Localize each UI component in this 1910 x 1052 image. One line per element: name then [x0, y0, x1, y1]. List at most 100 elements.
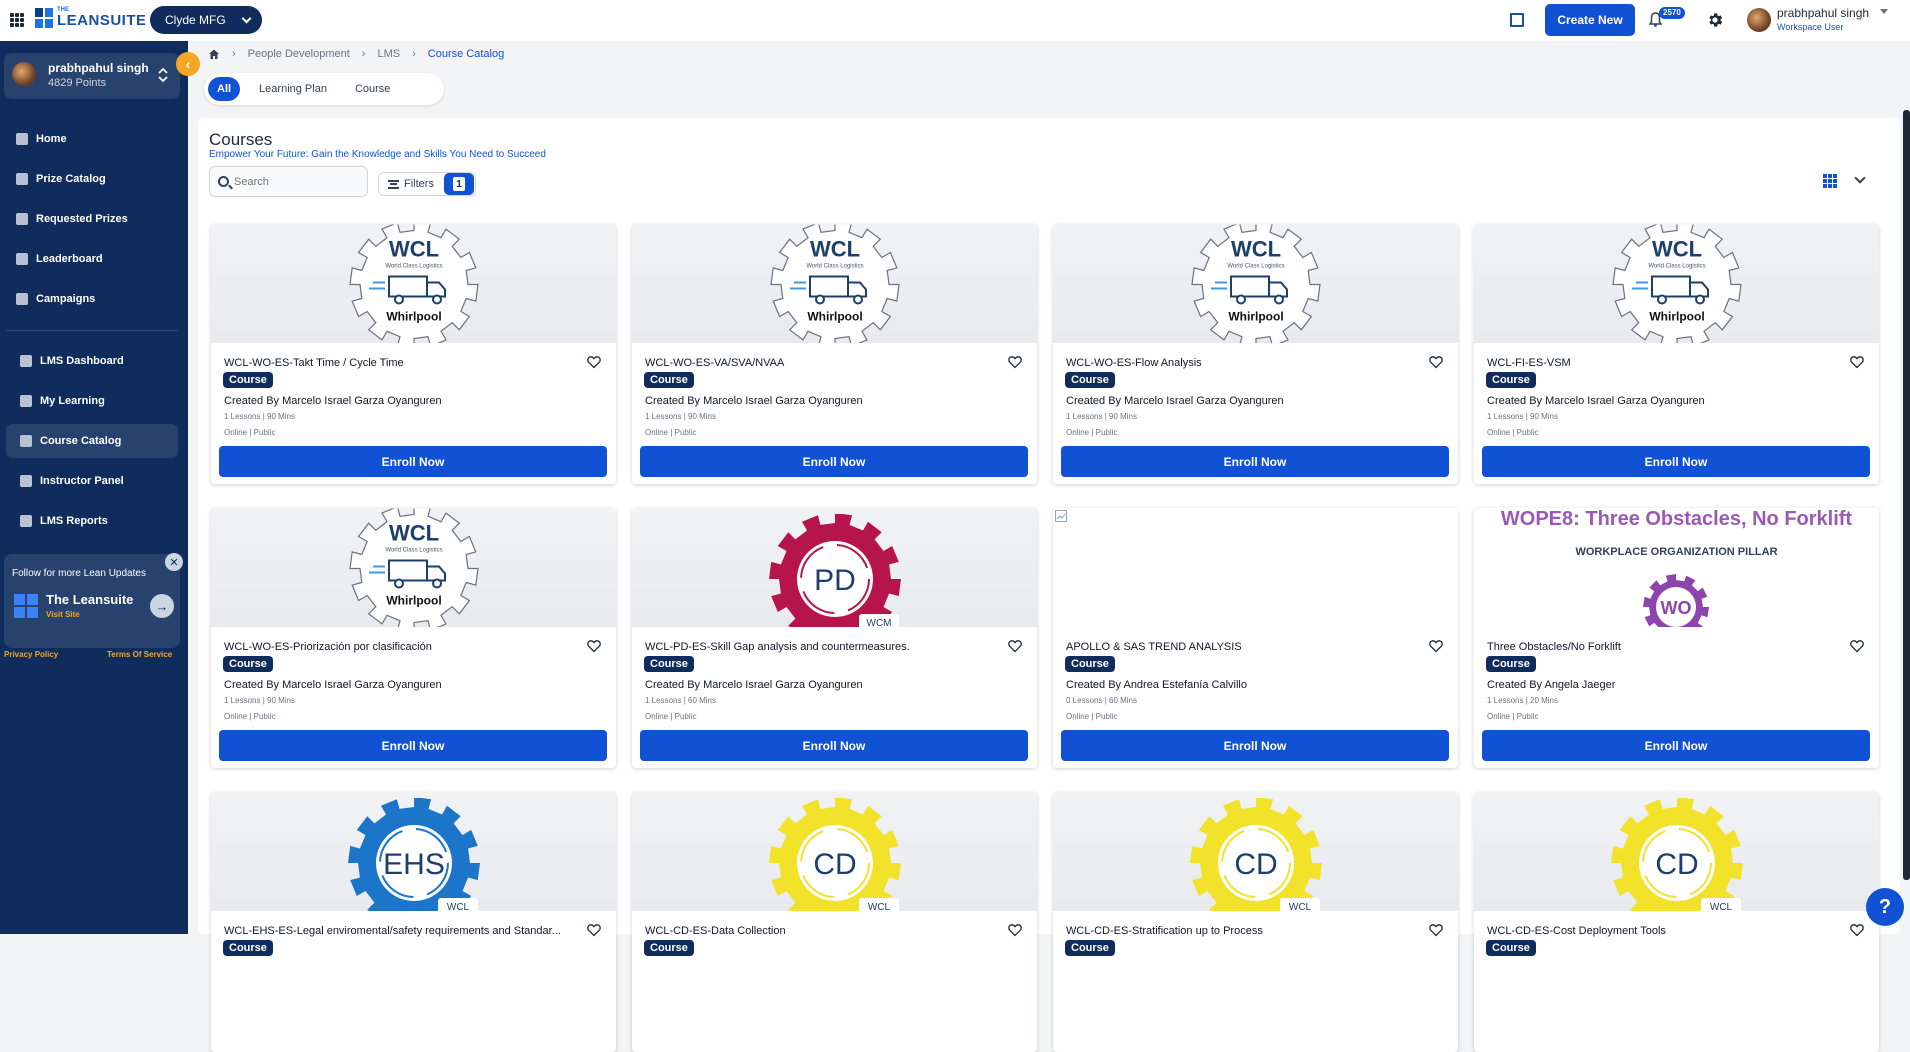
arrow-right-icon[interactable]: →	[150, 594, 174, 618]
course-mode: Online | Public	[1066, 428, 1118, 437]
favorite-heart-icon[interactable]	[1008, 639, 1022, 653]
enroll-now-button[interactable]: Enroll Now	[219, 730, 607, 761]
favorite-heart-icon[interactable]	[1429, 923, 1443, 937]
sidebar-item-prize-catalog[interactable]: Prize Catalog	[6, 162, 178, 196]
course-card[interactable]: WCL World Class Logistics Whirlpool WCL-WO-…	[632, 224, 1037, 484]
course-thumbnail[interactable]: CD WCL	[1474, 792, 1879, 911]
course-card[interactable]: CD WCL WCL-CD-ES-Stratification up to Proc…	[1053, 792, 1458, 1052]
favorite-heart-icon[interactable]	[587, 355, 601, 369]
course-card[interactable]: WCL World Class Logistics Whirlpool WCL-WO-…	[211, 224, 616, 484]
sidebar-item-instructor-panel[interactable]: Instructor Panel	[6, 464, 178, 498]
create-new-button[interactable]: Create New	[1545, 4, 1635, 36]
filter-count-badge[interactable]: 1	[444, 173, 474, 195]
caret-down-icon[interactable]	[1880, 9, 1888, 14]
course-card[interactable]: CD WCL WCL-CD-ES-Cost Deployment Tools Cour…	[1474, 792, 1879, 1052]
user-avatar[interactable]	[1747, 8, 1771, 32]
course-title[interactable]: WCL-CD-ES-Cost Deployment Tools	[1487, 925, 1832, 937]
course-title[interactable]: APOLLO & SAS TREND ANALYSIS	[1066, 641, 1411, 653]
sidebar-item-lms-dashboard[interactable]: LMS Dashboard	[6, 344, 178, 378]
course-thumbnail[interactable]: EHS WCL	[211, 792, 616, 911]
course-thumbnail[interactable]: CD WCL	[1053, 792, 1458, 911]
course-card[interactable]: WCL World Class Logistics Whirlpool WCL-WO-…	[211, 508, 616, 768]
favorite-heart-icon[interactable]	[1429, 639, 1443, 653]
course-title[interactable]: WCL-CD-ES-Data Collection	[645, 925, 990, 937]
fullscreen-icon[interactable]	[1510, 13, 1524, 27]
breadcrumb-people-development[interactable]: People Development	[248, 48, 350, 60]
leansuite-logo[interactable]: THE LEANSUITE	[35, 7, 147, 28]
chevron-down-icon[interactable]	[1854, 172, 1866, 184]
apps-grid-icon[interactable]	[10, 13, 24, 27]
course-thumbnail[interactable]: WCL World Class Logistics Whirlpool	[632, 224, 1037, 343]
tab-all[interactable]: All	[208, 77, 241, 101]
course-title[interactable]: WCL-WO-ES-Priorización por clasificación	[224, 641, 569, 653]
favorite-heart-icon[interactable]	[1008, 355, 1022, 369]
sidebar-item-leaderboard[interactable]: Leaderboard	[6, 242, 178, 276]
sidebar-item-course-catalog[interactable]: Course Catalog	[6, 424, 178, 458]
favorite-heart-icon[interactable]	[587, 923, 601, 937]
course-title[interactable]: WCL-CD-ES-Stratification up to Process	[1066, 925, 1411, 937]
course-type-badge: Course	[644, 656, 694, 672]
help-button[interactable]: ?	[1866, 888, 1904, 926]
favorite-heart-icon[interactable]	[1850, 355, 1864, 369]
terms-of-service-link[interactable]: Terms Of Service	[107, 650, 172, 659]
course-title[interactable]: WCL-WO-ES-Takt Time / Cycle Time	[224, 357, 569, 369]
favorite-heart-icon[interactable]	[1850, 923, 1864, 937]
course-title[interactable]: WCL-FI-ES-VSM	[1487, 357, 1832, 369]
close-icon[interactable]: ✕	[165, 553, 183, 571]
course-title[interactable]: WCL-EHS-ES-Legal enviromental/safety req…	[224, 925, 569, 937]
enroll-now-button[interactable]: Enroll Now	[1482, 730, 1870, 761]
course-title[interactable]: Three Obstacles/No Forklift	[1487, 641, 1832, 653]
course-type-badge: Course	[1486, 656, 1536, 672]
switch-arrows-icon[interactable]	[158, 67, 168, 83]
course-title[interactable]: WCL-WO-ES-VA/SVA/NVAA	[645, 357, 990, 369]
privacy-policy-link[interactable]: Privacy Policy	[4, 650, 58, 659]
enroll-now-button[interactable]: Enroll Now	[1482, 446, 1870, 477]
settings-gear-icon[interactable]	[1706, 11, 1724, 29]
tab-learning-plan[interactable]: Learning Plan	[250, 77, 336, 101]
sidebar-item-home[interactable]: Home	[6, 122, 178, 156]
breadcrumb-lms[interactable]: LMS	[377, 48, 400, 60]
user-name[interactable]: prabhpahul singh	[1777, 6, 1869, 20]
favorite-heart-icon[interactable]	[1008, 923, 1022, 937]
follow-brand: The Leansuite	[46, 592, 134, 607]
course-card[interactable]: APOLLO & SAS TREND ANALYSIS Course Created…	[1053, 508, 1458, 768]
course-card[interactable]: CD WCL WCL-CD-ES-Data Collection Course	[632, 792, 1037, 1052]
course-card[interactable]: WCL World Class Logistics Whirlpool WCL-WO-…	[1053, 224, 1458, 484]
course-thumbnail[interactable]: WOPE8: Three Obstacles, No Forklift WORKP…	[1474, 508, 1879, 627]
enroll-now-button[interactable]: Enroll Now	[1061, 446, 1449, 477]
sidebar-item-campaigns[interactable]: Campaigns	[6, 282, 178, 316]
visit-site-link[interactable]: Visit Site	[46, 610, 80, 619]
enroll-now-button[interactable]: Enroll Now	[640, 730, 1028, 761]
grid-view-icon[interactable]	[1823, 174, 1837, 188]
course-card[interactable]: PD WCM WCL-PD-ES-Skill Gap analysis and co…	[632, 508, 1037, 768]
profile-card[interactable]: prabhpahul singh 4829 Points	[4, 53, 180, 99]
course-title[interactable]: WCL-WO-ES-Flow Analysis	[1066, 357, 1411, 369]
course-thumbnail[interactable]: WCL World Class Logistics Whirlpool	[1053, 224, 1458, 343]
course-thumbnail[interactable]: WCL World Class Logistics Whirlpool	[211, 224, 616, 343]
course-thumbnail[interactable]	[1053, 508, 1458, 627]
course-thumbnail[interactable]: CD WCL	[632, 792, 1037, 911]
course-thumbnail[interactable]: PD WCM	[632, 508, 1037, 627]
collapse-sidebar-button[interactable]: ‹	[176, 52, 200, 76]
favorite-heart-icon[interactable]	[1850, 639, 1864, 653]
favorite-heart-icon[interactable]	[587, 639, 601, 653]
sidebar-item-requested-prizes[interactable]: Requested Prizes	[6, 202, 178, 236]
course-thumbnail[interactable]: WCL World Class Logistics Whirlpool	[1474, 224, 1879, 343]
enroll-now-button[interactable]: Enroll Now	[1061, 730, 1449, 761]
sidebar-item-lms-reports[interactable]: LMS Reports	[6, 504, 178, 538]
org-selector[interactable]: Clyde MFG	[150, 6, 262, 34]
search-box[interactable]	[209, 166, 368, 197]
home-icon[interactable]	[208, 48, 220, 60]
course-card[interactable]: WOPE8: Three Obstacles, No Forklift WORKP…	[1474, 508, 1879, 768]
course-card[interactable]: WCL World Class Logistics Whirlpool WCL-FI-…	[1474, 224, 1879, 484]
tab-course[interactable]: Course	[346, 77, 399, 101]
course-card[interactable]: EHS WCL WCL-EHS-ES-Legal enviromental/safe…	[211, 792, 616, 1052]
course-title[interactable]: WCL-PD-ES-Skill Gap analysis and counter…	[645, 641, 990, 653]
course-thumbnail[interactable]: WCL World Class Logistics Whirlpool	[211, 508, 616, 627]
scrollbar[interactable]	[1903, 110, 1910, 880]
search-input[interactable]	[234, 172, 364, 192]
favorite-heart-icon[interactable]	[1429, 355, 1443, 369]
sidebar-item-my-learning[interactable]: My Learning	[6, 384, 178, 418]
enroll-now-button[interactable]: Enroll Now	[640, 446, 1028, 477]
enroll-now-button[interactable]: Enroll Now	[219, 446, 607, 477]
